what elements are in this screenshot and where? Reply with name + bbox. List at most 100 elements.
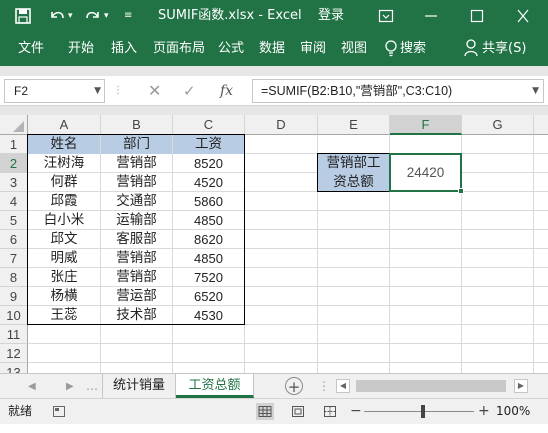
column-header-g[interactable]: G — [462, 115, 534, 135]
tab-formulas[interactable]: 公式 — [218, 32, 244, 66]
name-cell[interactable]: 汪树海 — [28, 154, 100, 173]
name-cell[interactable]: 何群 — [28, 173, 100, 192]
fill-handle[interactable] — [458, 188, 464, 194]
name-box[interactable]: F2 ▼ — [4, 79, 105, 103]
department-cell[interactable]: 营销部 — [101, 173, 172, 192]
department-cell[interactable]: 营销部 — [101, 249, 172, 268]
save-icon[interactable] — [14, 0, 32, 32]
column-header-e[interactable]: E — [318, 115, 390, 135]
tab-view[interactable]: 视图 — [341, 32, 367, 66]
row-header-6[interactable]: 6 — [0, 230, 28, 249]
row-header-4[interactable]: 4 — [0, 192, 28, 211]
name-box-dropdown-icon[interactable]: ▼ — [94, 80, 101, 102]
row-header-8[interactable]: 8 — [0, 268, 28, 287]
insert-function-icon[interactable]: fx — [220, 79, 233, 103]
column-header-f[interactable]: F — [390, 115, 462, 135]
department-cell[interactable]: 运输部 — [101, 211, 172, 230]
cancel-formula-icon[interactable]: ✕ — [148, 79, 161, 103]
page-layout-view-icon[interactable] — [290, 399, 306, 433]
salary-cell[interactable]: 4850 — [173, 211, 244, 230]
name-cell[interactable]: 王蕊 — [28, 306, 100, 325]
ribbon-display-options-icon[interactable] — [378, 0, 394, 32]
undo-dropdown-icon[interactable]: ▾ — [68, 0, 73, 32]
maximize-icon[interactable] — [470, 0, 484, 32]
zoom-slider-thumb[interactable] — [421, 405, 425, 418]
tab-review[interactable]: 审阅 — [300, 32, 326, 66]
select-all-corner[interactable] — [0, 115, 28, 135]
redo-dropdown-icon[interactable]: ▾ — [104, 0, 109, 32]
expand-formula-bar-icon[interactable]: ▼ — [532, 80, 539, 102]
page-break-view-icon[interactable] — [322, 399, 338, 433]
tab-file[interactable]: 文件 — [18, 32, 44, 66]
salary-cell[interactable]: 4520 — [173, 173, 244, 192]
column-header-partial[interactable] — [534, 115, 548, 135]
name-cell[interactable]: 杨横 — [28, 287, 100, 306]
department-cell[interactable]: 营销部 — [101, 154, 172, 173]
share-button[interactable]: 共享(S) — [482, 32, 526, 66]
minimize-icon[interactable] — [424, 0, 438, 32]
tab-split-more-icon[interactable]: ⋮ — [318, 374, 330, 399]
salary-cell[interactable]: 6520 — [173, 287, 244, 306]
sheet-scroll-more-icon[interactable]: … — [86, 374, 98, 399]
tab-insert[interactable]: 插入 — [111, 32, 137, 66]
table-header-cell[interactable]: 工资 — [173, 135, 244, 154]
row-header-1[interactable]: 1 — [0, 135, 28, 154]
add-sheet-icon[interactable]: + — [285, 377, 303, 396]
sheet-tab-sales[interactable]: 统计销量 — [102, 374, 176, 398]
lightbulb-icon[interactable] — [384, 32, 398, 66]
search-button[interactable]: 搜索 — [400, 32, 426, 66]
zoom-in-icon[interactable]: + — [478, 399, 490, 424]
column-header-a[interactable]: A — [28, 115, 101, 135]
worksheet-grid[interactable]: ABCDEFG 1 2 3 4 5 6 7 8 9 10 11 12 13 姓名 部门 工资 汪树海 营销部 85… — [0, 115, 548, 373]
department-cell[interactable]: 交通部 — [101, 192, 172, 211]
tab-page-layout[interactable]: 页面布局 — [153, 32, 205, 66]
formula-input[interactable]: =SUMIF(B2:B10,"营销部",C3:C10) ▼ — [252, 79, 544, 103]
formula-bar-resize-icon[interactable]: ⋮ — [113, 79, 123, 103]
salary-cell[interactable]: 8620 — [173, 230, 244, 249]
prev-sheet-icon[interactable]: ◀ — [28, 374, 36, 399]
scroll-left-icon[interactable]: ◀ — [336, 379, 350, 393]
name-cell[interactable]: 张庄 — [28, 268, 100, 287]
enter-formula-icon[interactable]: ✓ — [183, 79, 196, 103]
customize-toolbar-icon[interactable]: ≡ — [124, 0, 132, 32]
zoom-level[interactable]: 100% — [496, 399, 530, 424]
normal-view-icon[interactable] — [256, 399, 274, 433]
name-cell[interactable]: 邱文 — [28, 230, 100, 249]
row-header-2[interactable]: 2 — [0, 154, 28, 173]
name-cell[interactable]: 白小米 — [28, 211, 100, 230]
next-sheet-icon[interactable]: ▶ — [66, 374, 74, 399]
tab-home[interactable]: 开始 — [68, 32, 94, 66]
selected-cell-f2[interactable]: 24420 — [389, 153, 464, 194]
column-header-d[interactable]: D — [245, 115, 318, 135]
column-header-c[interactable]: C — [173, 115, 245, 135]
row-header-13[interactable]: 13 — [0, 363, 28, 373]
salary-cell[interactable]: 4850 — [173, 249, 244, 268]
name-cell[interactable]: 明威 — [28, 249, 100, 268]
salary-cell[interactable]: 8520 — [173, 154, 244, 173]
row-header-3[interactable]: 3 — [0, 173, 28, 192]
sheet-tab-salary-total[interactable]: 工资总额 — [176, 374, 254, 398]
undo-icon[interactable] — [48, 0, 66, 32]
table-header-cell[interactable]: 部门 — [101, 135, 172, 154]
name-cell[interactable]: 邱霞 — [28, 192, 100, 211]
row-header-10[interactable]: 10 — [0, 306, 28, 325]
close-icon[interactable] — [516, 0, 530, 32]
login-link[interactable]: 登录 — [318, 0, 344, 32]
scroll-thumb[interactable] — [356, 380, 506, 392]
salary-cell[interactable]: 4530 — [173, 306, 244, 325]
row-header-5[interactable]: 5 — [0, 211, 28, 230]
salary-cell[interactable]: 7520 — [173, 268, 244, 287]
row-header-9[interactable]: 9 — [0, 287, 28, 306]
row-header-12[interactable]: 12 — [0, 344, 28, 363]
zoom-out-icon[interactable]: − — [350, 399, 362, 424]
table-header-cell[interactable]: 姓名 — [28, 135, 100, 154]
column-header-b[interactable]: B — [101, 115, 173, 135]
row-header-11[interactable]: 11 — [0, 325, 28, 344]
zoom-slider-track[interactable] — [364, 411, 474, 412]
redo-icon[interactable] — [84, 0, 102, 32]
horizontal-scrollbar[interactable]: ◀ ▶ — [336, 379, 528, 393]
salary-cell[interactable]: 5860 — [173, 192, 244, 211]
department-cell[interactable]: 营销部 — [101, 268, 172, 287]
row-header-7[interactable]: 7 — [0, 249, 28, 268]
department-cell[interactable]: 营运部 — [101, 287, 172, 306]
